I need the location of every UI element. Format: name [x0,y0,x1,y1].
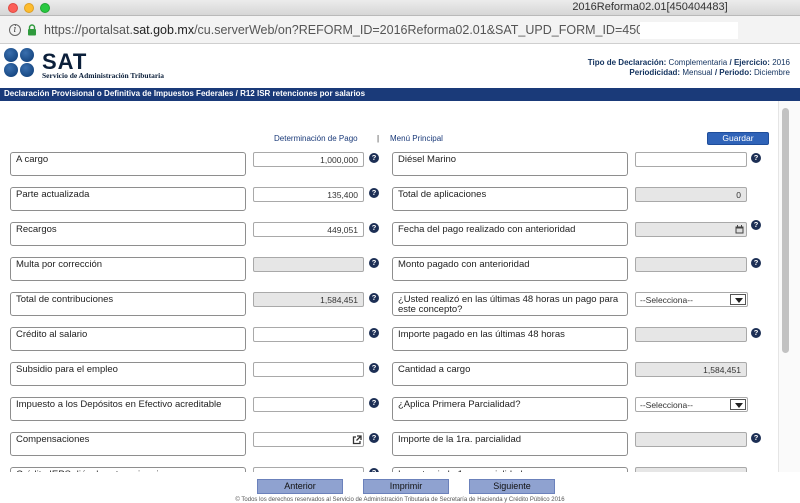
form-body: Determinación de Pago | Menú Principal G… [0,101,778,502]
label-cantidad-cargo: Cantidad a cargo [392,362,628,386]
field-credito-salario[interactable] [253,327,364,342]
sat-logo-subtitle: Servicio de Administración Tributaria [42,71,165,80]
help-icon[interactable]: ? [369,293,379,303]
footer-nav: Anterior Imprimir Siguiente © Todos los … [0,472,800,503]
form-title: Declaración Provisional o Definitiva de … [4,89,366,98]
determinacion-link[interactable]: Determinación de Pago [274,134,358,143]
help-icon[interactable]: ? [369,363,379,373]
label-multa-correccion: Multa por corrección [10,257,246,281]
sat-logo-icon [4,48,36,78]
label-ide-acreditable: Impuesto a los Depósitos en Efectivo acr… [10,397,246,421]
help-icon[interactable]: ? [369,153,379,163]
window-titlebar: 2016Reforma02.01[450404483] [0,0,800,16]
select-primera-parcialidad[interactable]: --Selecciona-- [635,397,748,412]
field-recargos[interactable]: 449,051 [253,222,364,237]
label-compensaciones: Compensaciones [10,432,246,456]
url-text[interactable]: https://portalsat.sat.gob.mx/cu.serverWe… [44,23,726,37]
zoom-window-button[interactable] [40,3,50,13]
calendar-icon[interactable] [735,225,744,234]
label-parte-actualizada: Parte actualizada [10,187,246,211]
field-cantidad-cargo: 1,584,451 [635,362,747,377]
help-icon[interactable]: ? [751,153,761,163]
field-multa-correccion [253,257,364,272]
label-importe-48-horas: Importe pagado en las últimas 48 horas [392,327,628,351]
help-icon[interactable]: ? [751,433,761,443]
imprimir-button[interactable]: Imprimir [363,479,449,494]
siguiente-button[interactable]: Siguiente [469,479,555,494]
chevron-down-icon[interactable] [730,399,746,410]
field-diesel-marino[interactable] [635,152,747,167]
label-primera-parcialidad: ¿Aplica Primera Parcialidad? [392,397,628,421]
label-monto-pagado-anterior: Monto pagado con anterioridad [392,257,628,281]
label-pago-48-horas: ¿Usted realizó en las últimas 48 horas u… [392,292,628,316]
field-importe-1ra-parcialidad [635,432,747,447]
help-icon[interactable]: ? [369,328,379,338]
help-icon[interactable]: ? [751,220,761,230]
field-compensaciones[interactable] [253,432,364,447]
lock-icon [28,24,36,36]
chevron-down-icon[interactable] [730,294,746,305]
label-total-contribuciones: Total de contribuciones [10,292,246,316]
anterior-button[interactable]: Anterior [257,479,343,494]
label-diesel-marino: Diésel Marino [392,152,628,176]
field-total-contribuciones: 1,584,451 [253,292,364,307]
help-icon[interactable]: ? [369,188,379,198]
select-pago-48-horas[interactable]: --Selecciona-- [635,292,748,307]
help-icon[interactable]: ? [369,258,379,268]
help-icon[interactable]: ? [751,328,761,338]
help-icon[interactable]: ? [369,433,379,443]
info-icon[interactable]: i [9,24,21,36]
guardar-button[interactable]: Guardar [707,132,769,145]
label-total-aplicaciones: Total de aplicaciones [392,187,628,211]
close-window-button[interactable] [8,3,18,13]
field-subsidio-empleo[interactable] [253,362,364,377]
menu-principal-link[interactable]: Menú Principal [390,134,443,143]
label-credito-salario: Crédito al salario [10,327,246,351]
field-a-cargo[interactable]: 1,000,000 [253,152,364,167]
redacted-rfc [640,22,738,39]
label-a-cargo: A cargo [10,152,246,176]
field-fecha-pago-anterior [635,222,747,237]
field-ide-acreditable[interactable] [253,397,364,412]
window-title: 2016Reforma02.01[450404483] [572,1,728,13]
nav-separator: | [377,134,380,143]
address-bar[interactable]: i https://portalsat.sat.gob.mx/cu.server… [0,16,800,44]
field-monto-pagado-anterior [635,257,747,272]
field-total-aplicaciones: 0 [635,187,747,202]
help-icon[interactable]: ? [751,258,761,268]
label-importe-1ra-parcialidad: Importe de la 1ra. parcialidad [392,432,628,456]
form-title-band: Declaración Provisional o Definitiva de … [0,88,800,101]
minimize-window-button[interactable] [24,3,34,13]
help-icon[interactable]: ? [369,398,379,408]
sat-header: SAT Servicio de Administración Tributari… [0,44,800,88]
external-link-icon[interactable] [352,435,362,445]
help-icon[interactable]: ? [369,223,379,233]
declaration-info: Tipo de Declaración: Complementaria / Ej… [587,58,790,77]
label-recargos: Recargos [10,222,246,246]
scrollbar-thumb[interactable] [782,108,789,353]
label-fecha-pago-anterior: Fecha del pago realizado con anteriorida… [392,222,628,246]
field-importe-48-horas [635,327,747,342]
copyright-text: © Todos los derechos reservados al Servi… [235,497,565,503]
label-subsidio-empleo: Subsidio para el empleo [10,362,246,386]
field-parte-actualizada[interactable]: 135,400 [253,187,364,202]
